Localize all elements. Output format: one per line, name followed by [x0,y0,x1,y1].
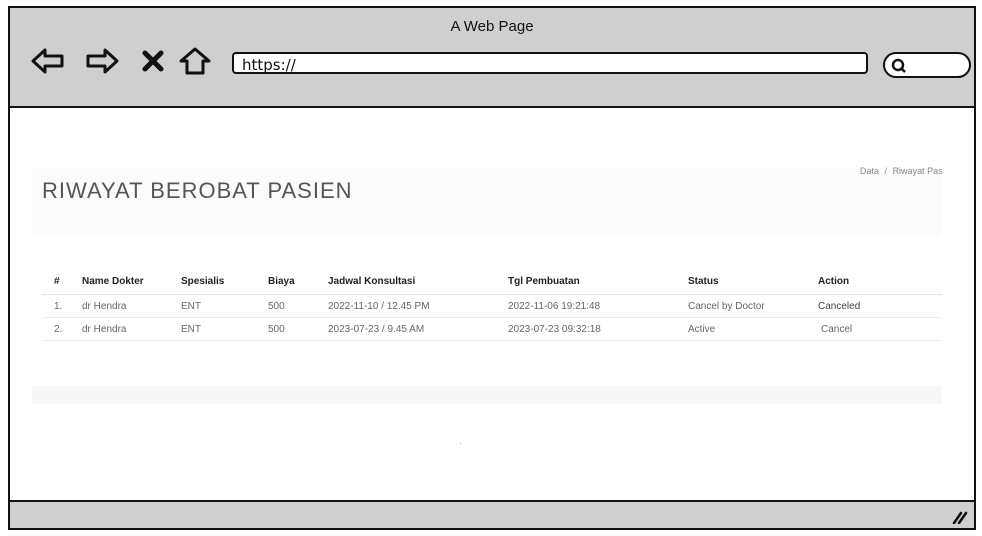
forward-arrow-icon[interactable] [84,46,120,76]
table-row: 1. dr Hendra ENT 500 2022-11-10 / 12.45 … [42,294,942,318]
col-header-fee: Biaya [267,268,327,295]
home-icon[interactable] [178,46,212,76]
cell-action-canceled: Canceled [817,294,942,318]
breadcrumb-separator: / [884,166,888,176]
page-title: RIWAYAT BEROBAT PASIEN [42,178,353,203]
resize-grip-icon[interactable] [952,510,968,524]
col-header-status: Status [687,268,817,295]
cell-doctor: dr Hendra [81,317,180,341]
cell-schedule: 2022-11-10 / 12.45 PM [327,294,507,318]
close-x-icon[interactable] [140,46,166,76]
cell-created: 2022-11-06 19:21:48 [507,294,687,318]
history-table: # Name Dokter Spesialis Biaya Jadwal Kon… [42,268,942,341]
cell-specialty: ENT [180,294,267,318]
cell-status: Cancel by Doctor [687,294,817,318]
col-header-schedule: Jadwal Konsultasi [327,268,507,295]
col-header-doctor: Name Dokter [81,268,180,295]
url-text: https:// [242,56,296,74]
cell-created: 2023-07-23 09:32:18 [507,317,687,341]
cell-specialty: ENT [180,317,267,341]
search-button[interactable] [883,52,971,78]
col-header-specialty: Spesialis [180,268,267,295]
address-bar[interactable]: https:// [232,52,868,74]
page-content: RIWAYAT BEROBAT PASIEN Data / Riwayat Pa… [10,108,974,500]
cell-number: 1. [42,294,81,318]
breadcrumb: Data / Riwayat Pas [860,166,946,176]
cell-schedule: 2023-07-23 / 9.45 AM [327,317,507,341]
cell-fee: 500 [267,317,327,341]
search-icon [891,58,906,73]
cancel-link[interactable]: Cancel [817,317,942,341]
browser-window: A Web Page https:// RIWAYAT BEROBAT PASI… [8,6,976,530]
cell-number: 2. [42,317,81,341]
table-row: 2. dr Hendra ENT 500 2023-07-23 / 9.45 A… [42,317,942,341]
cell-fee: 500 [267,294,327,318]
breadcrumb-item-data[interactable]: Data [860,166,879,176]
col-header-created: Tgl Pembuatan [507,268,687,295]
cell-status: Active [687,317,817,341]
col-header-number: # [42,268,81,295]
window-title: A Web Page [450,18,534,35]
cell-doctor: dr Hendra [81,294,180,318]
status-bar [10,500,974,528]
table-header-row: # Name Dokter Spesialis Biaya Jadwal Kon… [42,268,942,295]
lower-band [32,386,942,404]
back-arrow-icon[interactable] [30,46,66,76]
decorative-dot [460,443,461,444]
breadcrumb-item-current: Riwayat Pas [892,166,943,176]
col-header-action: Action [817,268,942,295]
browser-toolbar: A Web Page https:// [10,8,974,108]
